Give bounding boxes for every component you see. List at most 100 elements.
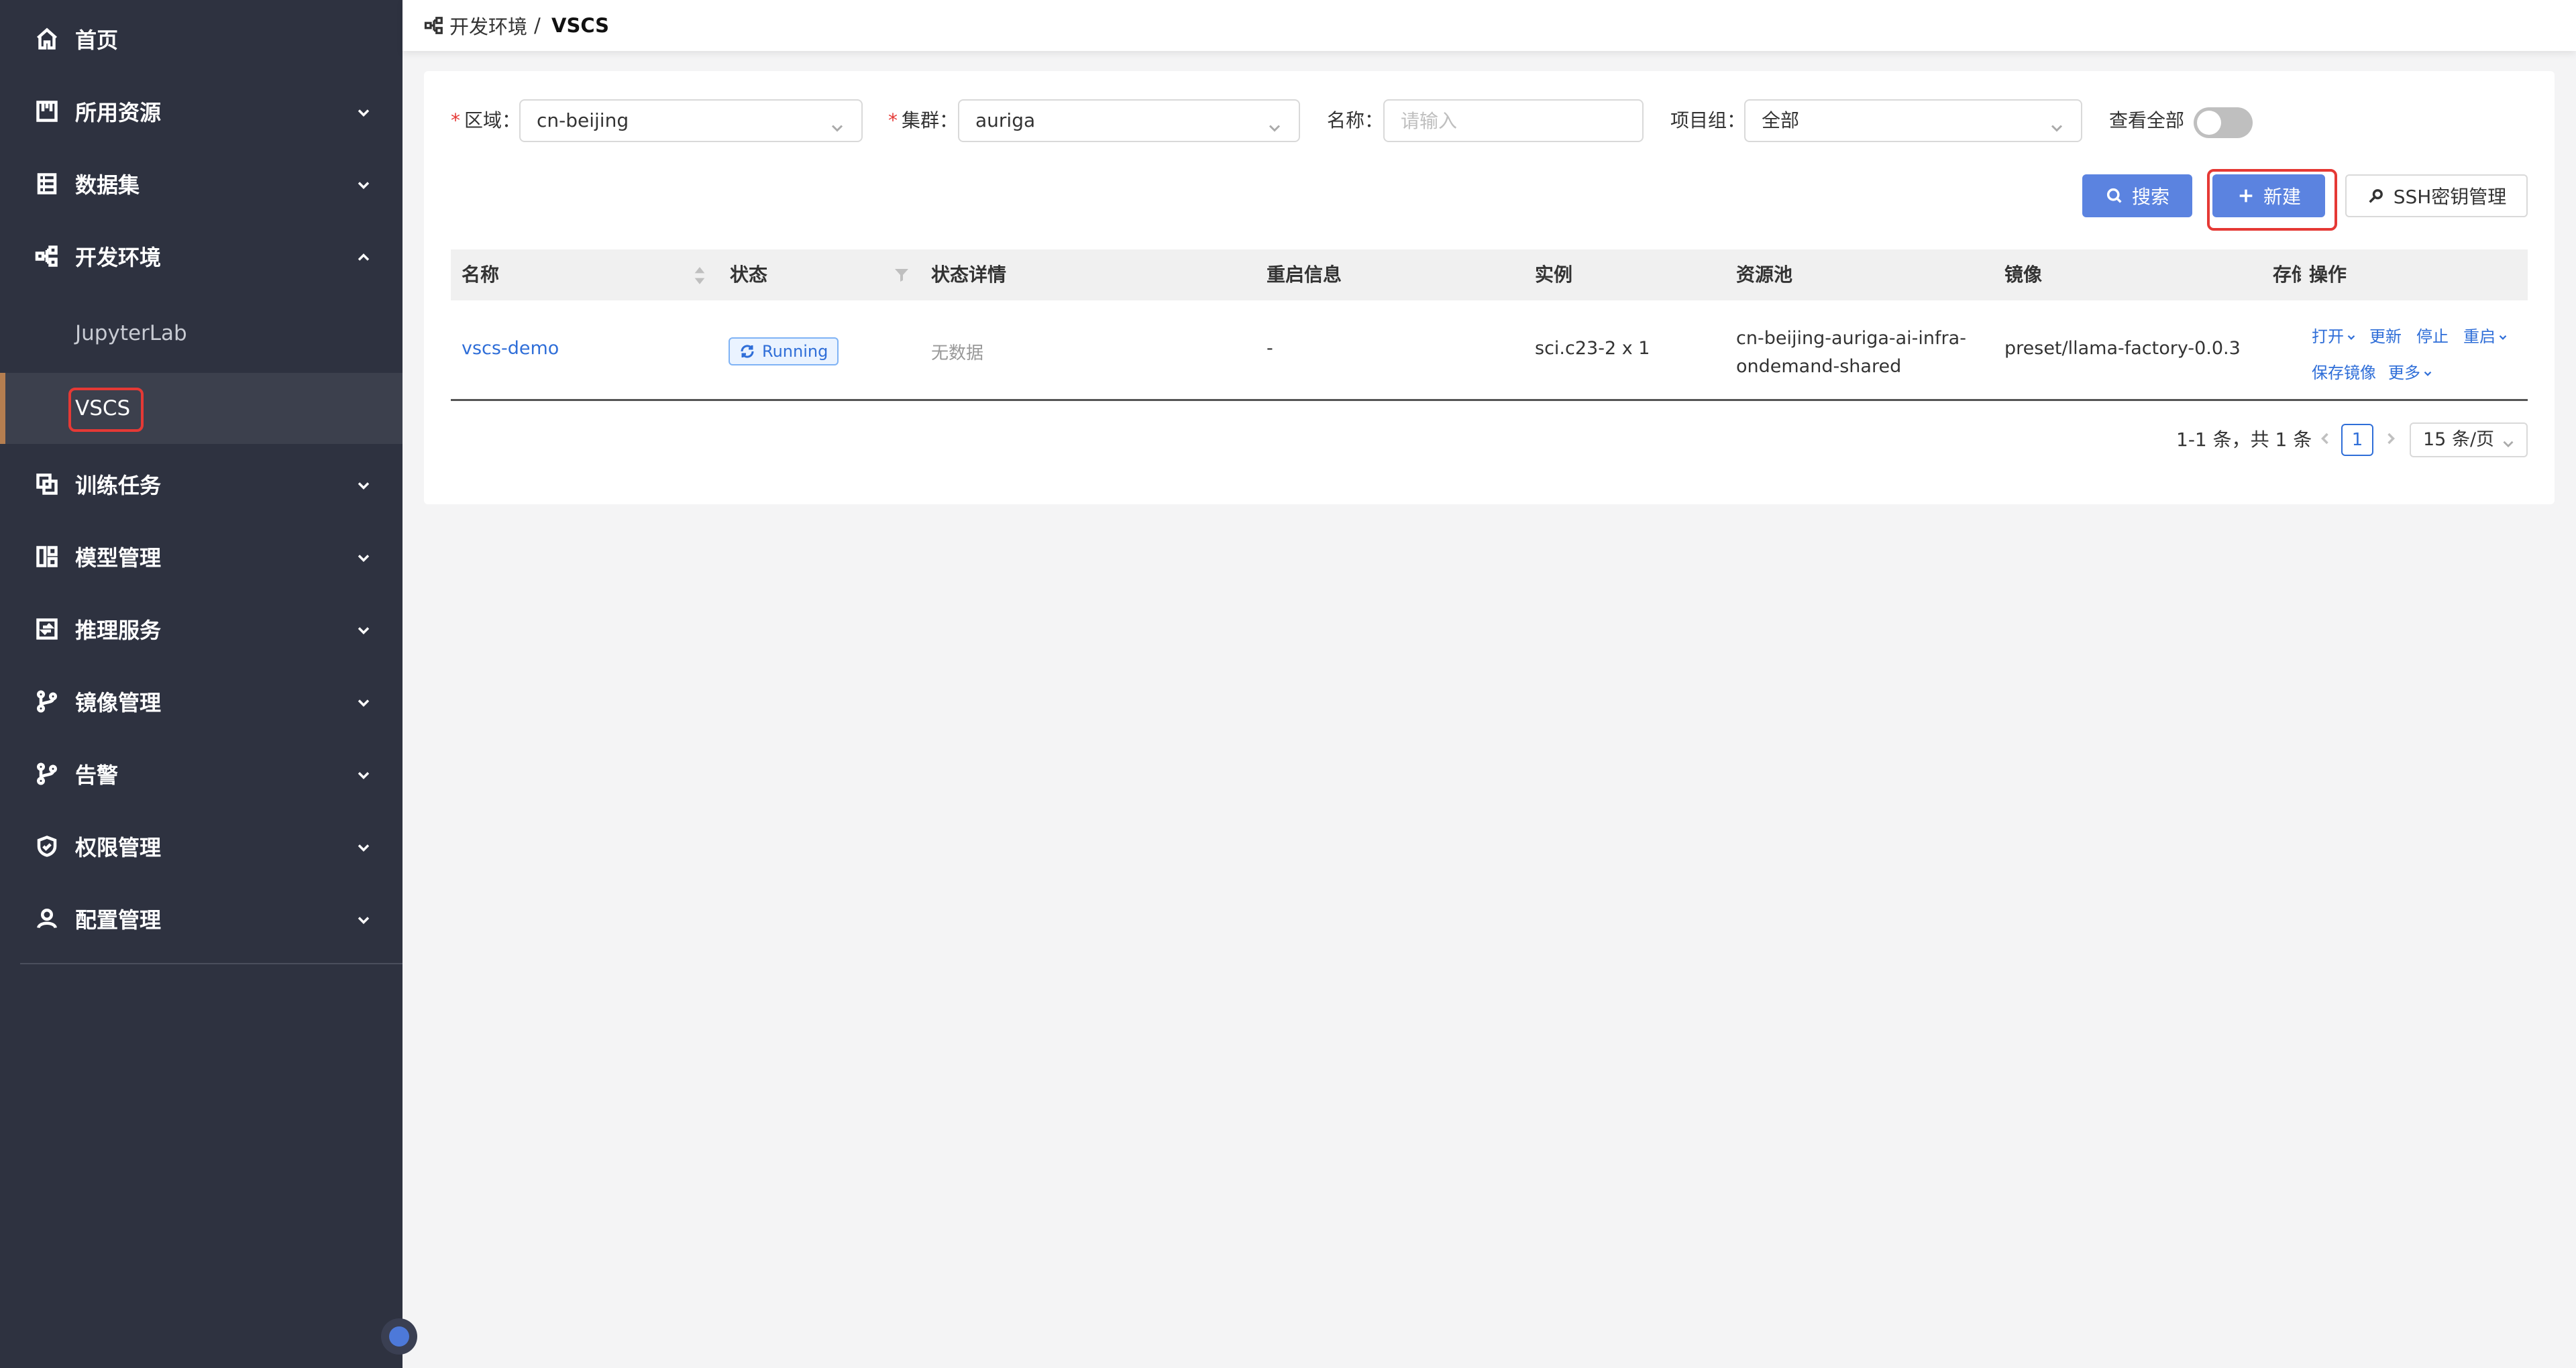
sidebar-item-label: 权限管理 [75,835,162,860]
chevron-down-icon [2424,371,2432,376]
page-size-select[interactable]: 15 条/页 [2410,422,2528,457]
name-input[interactable] [1383,99,1644,142]
breadcrumb: 开发环境 / VSCS [402,0,2576,51]
restart-info: - [1267,338,1273,359]
name-label: 名称： [1327,109,1384,131]
key-icon [2369,189,2383,203]
sidebar-item-alerts[interactable]: 告警 [0,738,402,810]
sidebar-item-label: 所用资源 [75,100,162,125]
save-image-action[interactable]: 保存镜像 [2312,359,2376,383]
sidebar-subitem-vscs[interactable]: VSCS [0,373,402,444]
cluster-select-value: auriga [975,109,1036,131]
sidebar-item-training[interactable]: 训练任务 [0,448,402,520]
view-all-label: 查看全部 [2109,109,2185,131]
dev-env-icon [35,244,59,268]
sidebar-item-label: 开发环境 [75,245,162,270]
stop-action[interactable]: 停止 [2416,323,2449,347]
chevron-down-icon [354,174,373,193]
chevron-down-icon [2347,335,2355,340]
sidebar-item-label: 配置管理 [75,907,162,933]
sidebar-item-resources[interactable]: 所用资源 [0,75,402,148]
col-header-image: 镜像 [2004,264,2043,286]
home-icon [35,27,59,51]
open-action[interactable]: 打开 [2312,323,2357,347]
chevron-down-icon [354,547,373,566]
training-icon [35,472,59,496]
table-header: 名称 状态 状态详情 重启信息 实例 资源池 镜像 存储 操作 [451,249,2528,300]
highlight-box [2207,169,2337,231]
branch-icon [35,689,59,714]
image-name: preset/llama-factory-0.0.3 [2004,338,2241,359]
region-select[interactable]: cn-beijing [519,99,863,142]
next-page-icon[interactable] [2381,429,2400,448]
model-icon [35,545,59,569]
cluster-select[interactable]: auriga [958,99,1300,142]
resource-pool-line: cn-beijing-auriga-ai-infra- [1736,328,1966,349]
project-label: 项目组： [1670,109,1746,131]
prev-page-icon[interactable] [2316,429,2334,448]
table-row: vscs-demo Running 无数据 - sci.c23-2 x 1 cn… [451,300,2528,401]
col-header-name: 名称 [462,264,500,286]
col-header-storage: 存储 [2273,264,2301,286]
collapse-sidebar-button[interactable] [381,1318,417,1355]
sidebar-item-permissions[interactable]: 权限管理 [0,810,402,882]
view-all-toggle[interactable] [2194,107,2253,138]
dataset-icon [35,172,59,196]
chevron-up-icon [354,247,373,266]
update-action[interactable]: 更新 [2369,323,2402,347]
region-label: * 区域： [451,109,521,131]
search-button[interactable]: 搜索 [2082,174,2192,217]
shield-icon [35,834,59,858]
restart-action[interactable]: 重启 [2463,323,2509,347]
env-name-link[interactable]: vscs-demo [462,338,559,359]
col-header-instance: 实例 [1535,264,1573,286]
col-header-status-detail: 状态详情 [931,264,1007,286]
project-select-value: 全部 [1762,109,1800,131]
page-number-button[interactable]: 1 [2341,424,2373,456]
pagination-summary: 1-1 条，共 1 条 [2176,429,2312,451]
sidebar-divider [20,963,402,964]
sidebar-item-label: 数据集 [75,172,140,198]
instance-spec: sci.c23-2 x 1 [1535,338,1650,359]
status-detail: 无数据 [931,343,984,363]
dev-env-icon [424,15,444,36]
filter-icon[interactable] [894,267,910,283]
sidebar-subitem-jupyterlab[interactable]: JupyterLab [0,298,402,369]
inference-icon [35,617,59,641]
breadcrumb-current: VSCS [551,14,610,37]
sidebar: 首页 所用资源 数据集 开发环境 JupyterLab VSCS 训练任务 模型… [0,0,417,1368]
sidebar-item-label: 推理服务 [75,618,162,643]
project-select[interactable]: 全部 [1744,99,2082,142]
col-header-actions: 操作 [2309,264,2347,286]
ssh-key-button[interactable]: SSH密钥管理 [2345,174,2528,217]
sidebar-item-label: 镜像管理 [75,690,162,716]
sidebar-item-image[interactable]: 镜像管理 [0,665,402,738]
status-text: Running [762,342,828,361]
status-badge: Running [729,337,839,365]
page-size-value: 15 条/页 [2423,429,2495,450]
sidebar-item-inference[interactable]: 推理服务 [0,593,402,665]
branch-icon [35,762,59,786]
sidebar-item-dev-env[interactable]: 开发环境 [0,220,402,292]
user-icon [35,907,59,931]
resource-pool: cn-beijing-auriga-ai-infra- ondemand-sha… [1736,325,1966,381]
more-action[interactable]: 更多 [2388,359,2434,383]
breadcrumb-parent[interactable]: 开发环境 [449,11,527,40]
col-header-pool: 资源池 [1736,264,1793,286]
breadcrumb-separator: / [534,14,541,37]
sidebar-item-config[interactable]: 配置管理 [0,882,402,955]
col-header-status: 状态 [730,264,768,286]
sidebar-item-dataset[interactable]: 数据集 [0,148,402,220]
chevron-down-icon [2499,335,2507,340]
sidebar-item-label: 首页 [75,27,119,53]
chevron-down-icon [354,837,373,856]
chevron-down-icon [2500,431,2517,449]
chevron-down-icon [354,620,373,638]
sidebar-item-model[interactable]: 模型管理 [0,520,402,593]
sort-icon[interactable] [692,266,707,286]
chevron-down-icon [828,111,847,132]
sidebar-item-home[interactable]: 首页 [0,3,402,75]
chevron-down-icon [354,909,373,928]
search-icon [2106,188,2122,203]
collapse-icon [389,1326,409,1347]
